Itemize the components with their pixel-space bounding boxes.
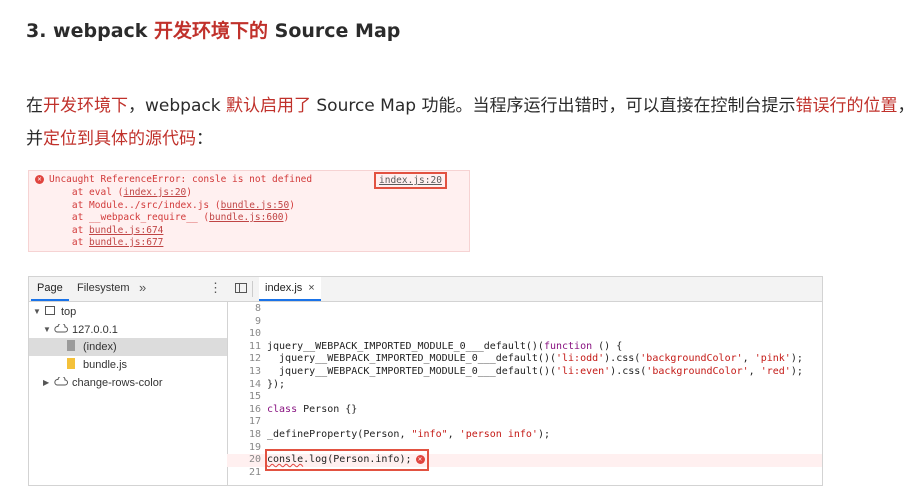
frame-icon — [45, 306, 55, 315]
heading-red: 开发环境下的 — [154, 20, 269, 42]
console-error-panel: ✕ Uncaught ReferenceError: consle is not… — [28, 170, 470, 252]
para-text: 在 — [26, 96, 43, 116]
stack-line: at __webpack_require__ (bundle.js:600) — [49, 212, 290, 223]
js-file-icon — [67, 358, 75, 369]
code-line: 18 _defineProperty(Person, "info", 'perso… — [248, 429, 550, 440]
editor-tabs: index.js × — [227, 277, 822, 302]
divider — [252, 281, 253, 297]
file-icon — [67, 340, 75, 351]
navigator-pane: Page Filesystem » ⋮ ▼ top ▼ 127.0.0.1 (i… — [29, 277, 228, 485]
para-highlight: 定位到具体的源代码 — [43, 129, 196, 149]
tree-item-top[interactable]: ▼ top — [29, 303, 227, 321]
active-tab-indicator — [31, 299, 69, 301]
code-line: 10 — [248, 328, 261, 340]
code-line: 8 — [254, 303, 261, 314]
para-highlight: 开发环境下 — [43, 96, 128, 116]
code-line: 9 — [254, 315, 261, 327]
para-highlight: 默认启用了 — [225, 96, 311, 116]
stack-link[interactable]: bundle.js:677 — [89, 237, 163, 248]
tab-label: index.js — [265, 282, 303, 294]
tree-label: bundle.js — [83, 359, 128, 371]
close-icon[interactable]: × — [308, 282, 314, 294]
editor-pane: index.js × 8 9 10 11 jquery__WEBPACK_IMPOR… — [227, 277, 822, 485]
tab-filesystem[interactable]: Filesystem — [77, 282, 130, 294]
tab-page[interactable]: Page — [37, 282, 63, 294]
menu-icon[interactable]: ⋮ — [209, 280, 222, 296]
para-highlight: 错误行的位置 — [795, 96, 898, 116]
stack-link[interactable]: index.js:20 — [123, 187, 186, 198]
code-line: 13 jquery__WEBPACK_IMPORTED_MODULE_0___d… — [248, 366, 803, 377]
code-line: 12 jquery__WEBPACK_IMPORTED_MODULE_0___d… — [248, 353, 803, 365]
code-line: 11 jquery__WEBPACK_IMPORTED_MODULE_0___de… — [248, 340, 623, 352]
para-text: Source Map 功能。当程序运行出错时，可以直接在控制台提示 — [310, 96, 796, 116]
devtools-sources-panel: Page Filesystem » ⋮ ▼ top ▼ 127.0.0.1 (i… — [28, 276, 823, 486]
code-line: 14}); — [248, 378, 286, 390]
error-highlight-box — [265, 449, 429, 471]
stack-line: at bundle.js:677 — [49, 237, 164, 248]
stack-line: at bundle.js:674 — [49, 224, 164, 236]
tree-item-bundle[interactable]: bundle.js — [29, 356, 227, 374]
code-line: 15 — [248, 391, 261, 403]
tree-label: top — [61, 306, 77, 318]
code-line: 16 class Person {} — [248, 403, 358, 415]
error-source-link[interactable]: index.js:20 — [374, 172, 447, 189]
para-text: ： — [196, 129, 213, 149]
heading-suffix: Source Map — [268, 20, 401, 42]
intro-paragraph: 在开发环境下，webpack 默认启用了 Source Map 功能。当程序运行… — [26, 90, 916, 156]
cloud-icon — [54, 324, 68, 333]
tree-label: (index) — [83, 341, 117, 353]
expand-arrow-icon[interactable]: ▼ — [33, 307, 41, 316]
tab-index-js[interactable]: index.js × — [259, 277, 321, 301]
section-heading: 3. webpack 开发环境下的 Source Map — [26, 16, 400, 43]
tree-item-host[interactable]: ▼ 127.0.0.1 — [29, 321, 227, 339]
toggle-navigator-icon[interactable] — [235, 283, 247, 293]
stack-line: at eval (index.js:20) — [49, 187, 193, 198]
stack-link[interactable]: bundle.js:600 — [209, 212, 283, 223]
stack-link[interactable]: bundle.js:50 — [221, 200, 290, 211]
tree-item-index[interactable]: (index) — [29, 338, 227, 356]
error-icon: ✕ — [35, 175, 44, 184]
navigator-tabs: Page Filesystem » ⋮ — [29, 277, 227, 302]
stack-line: at Module../src/index.js (bundle.js:50) — [49, 199, 295, 211]
tree-item-folder[interactable]: ▶ change-rows-color — [29, 374, 227, 392]
heading-prefix: 3. webpack — [26, 20, 155, 42]
more-tabs-icon[interactable]: » — [139, 280, 146, 295]
stack-link[interactable]: bundle.js:674 — [89, 225, 163, 236]
tree-label: 127.0.0.1 — [72, 324, 118, 336]
tree-label: change-rows-color — [72, 377, 163, 389]
para-text: ，webpack — [128, 96, 226, 116]
cloud-icon — [54, 377, 68, 386]
collapse-arrow-icon[interactable]: ▶ — [43, 378, 49, 387]
error-message: Uncaught ReferenceError: consle is not d… — [49, 174, 313, 185]
code-line: 17 — [248, 416, 261, 428]
expand-arrow-icon[interactable]: ▼ — [43, 325, 51, 334]
